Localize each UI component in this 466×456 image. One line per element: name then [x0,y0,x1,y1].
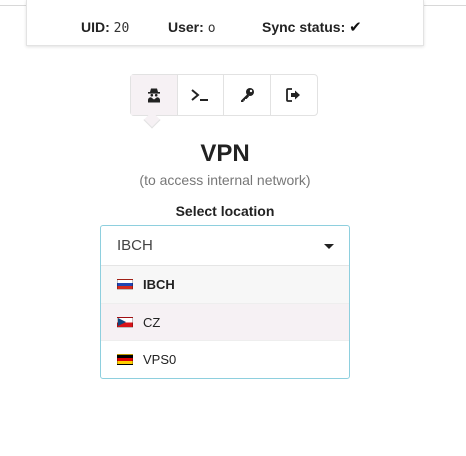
logout-tab-button[interactable] [271,75,317,115]
user-label: User: [168,19,204,35]
terminal-tab-button[interactable] [178,75,224,115]
page: UID: 20 User: o Sync status: ✔ VPN (to a… [0,0,466,456]
location-select-control[interactable]: IBCH [101,226,349,266]
check-icon: ✔ [349,19,362,36]
sync-status-info: Sync status: ✔ [262,19,362,36]
terminal-icon [191,89,209,101]
user-info-card: UID: 20 User: o Sync status: ✔ [26,0,424,46]
location-option-cz[interactable]: CZ [101,303,349,340]
user-info: User: o [168,19,216,37]
agent-icon [147,88,160,103]
uid-value: 20 [113,21,130,36]
ru-flag-icon [117,279,133,290]
select-location-label: Select location [175,203,275,219]
location-selected-value: IBCH [117,237,153,254]
page-subtitle: (to access internal network) [139,172,311,188]
de-flag-icon [117,353,133,365]
uid-label: UID: [81,19,110,35]
option-label: VPS0 [143,351,177,367]
key-tab-button[interactable] [224,75,271,115]
page-title: VPN [200,140,250,167]
logout-icon [286,88,301,102]
option-label: CZ [143,314,161,330]
chevron-down-icon[interactable] [324,244,334,249]
location-option-vps0[interactable]: VPS0 [101,340,349,377]
agent-tab-button[interactable] [131,75,178,115]
user-value: o [207,21,216,36]
uid-info: UID: 20 [81,19,129,37]
option-label: IBCH [143,277,175,292]
key-icon [240,88,254,102]
location-option-ibch[interactable]: IBCH [101,266,349,303]
sync-status-label: Sync status: [262,19,346,35]
location-select[interactable]: IBCH IBCH CZ VPS0 [100,225,350,379]
cz-flag-icon [117,316,133,328]
main-toolbar [130,74,318,116]
